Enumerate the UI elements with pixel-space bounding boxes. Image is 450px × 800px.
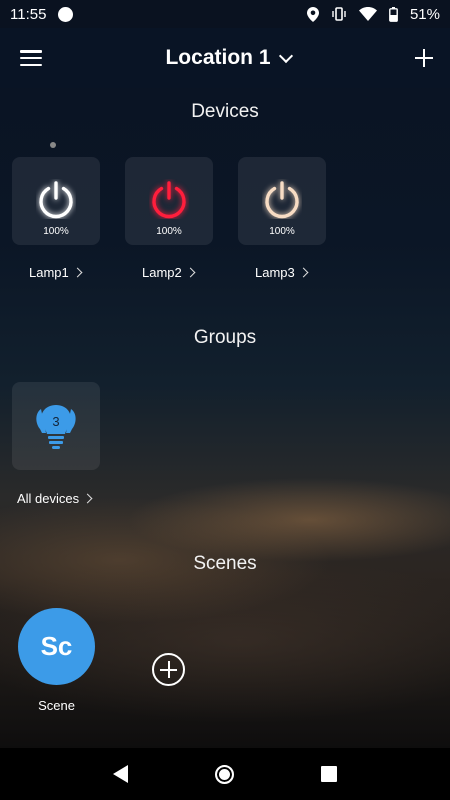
device-label-lamp3[interactable]: Lamp3 (255, 265, 309, 280)
app-bar: Location 1 (0, 28, 450, 88)
device-level: 100% (269, 226, 295, 237)
device-tile-lamp2[interactable]: 100% (125, 157, 213, 245)
location-icon (306, 6, 319, 22)
device-name: Lamp1 (29, 265, 69, 280)
system-nav-bar (0, 748, 450, 800)
chevron-right-icon (185, 267, 196, 278)
add-plus-icon[interactable] (414, 48, 434, 68)
group-count: 3 (52, 414, 59, 429)
device-tile-lamp1[interactable]: 100% (12, 157, 100, 245)
location-title: Location 1 (165, 46, 271, 69)
power-icon (265, 181, 299, 219)
chevron-right-icon (82, 493, 93, 504)
recents-square-icon[interactable] (320, 766, 337, 782)
battery-icon (389, 6, 398, 22)
scenes-section-title: Scenes (193, 553, 257, 574)
back-triangle-icon[interactable] (113, 765, 129, 783)
power-icon (39, 181, 73, 219)
bulb-group-icon: 3 (36, 405, 76, 449)
group-tile-all-devices[interactable]: 3 (12, 382, 100, 470)
battery-percent: 51% (409, 5, 440, 23)
indicator-dot (50, 142, 56, 148)
status-bar: 11:55 51% (0, 0, 450, 28)
device-tile-lamp3[interactable]: 100% (238, 157, 326, 245)
device-level: 100% (156, 226, 182, 237)
hamburger-menu-icon[interactable] (20, 50, 42, 66)
notification-dot-icon (58, 6, 74, 22)
status-right: 51% (306, 5, 440, 23)
devices-section-title: Devices (191, 101, 259, 122)
scene-label: Scene (38, 698, 75, 713)
location-picker[interactable]: Location 1 (165, 46, 293, 70)
status-time: 11:55 (10, 5, 47, 23)
group-label-all-devices[interactable]: All devices (17, 491, 93, 506)
app-screen: 11:55 51% Location 1 Devices 100% Lamp1 … (0, 0, 450, 800)
chevron-right-icon (72, 267, 83, 278)
status-left: 11:55 (10, 5, 74, 23)
chevron-down-icon (278, 48, 293, 63)
chevron-right-icon (298, 267, 309, 278)
device-label-lamp1[interactable]: Lamp1 (29, 265, 83, 280)
add-scene-plus-icon[interactable] (152, 653, 185, 686)
vibrate-icon (332, 7, 346, 21)
power-icon (152, 181, 186, 219)
scene-button[interactable]: Sc (18, 608, 95, 685)
device-name: Lamp2 (142, 265, 182, 280)
device-name: Lamp3 (255, 265, 295, 280)
home-circle-icon[interactable] (214, 764, 234, 784)
device-label-lamp2[interactable]: Lamp2 (142, 265, 196, 280)
group-name: All devices (17, 491, 80, 506)
device-level: 100% (43, 226, 69, 237)
groups-section-title: Groups (193, 327, 257, 348)
wifi-icon (358, 7, 377, 21)
